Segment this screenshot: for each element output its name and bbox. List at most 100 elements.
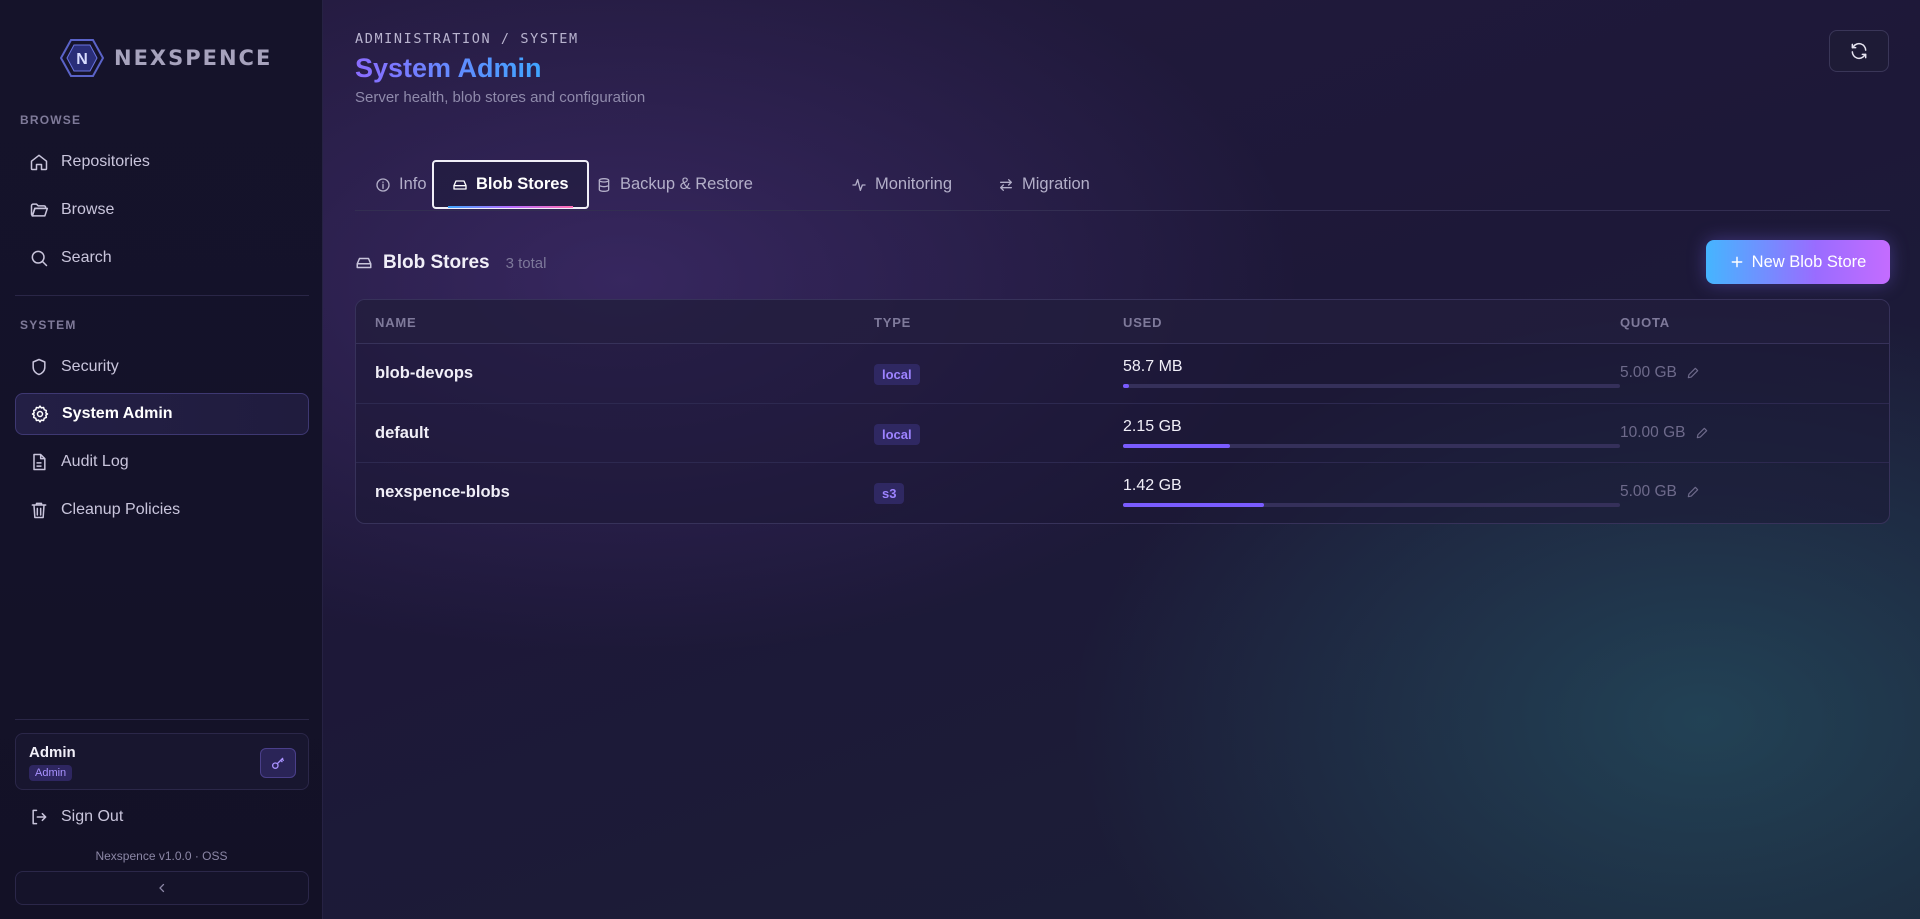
tab-label: Migration [1022,175,1090,193]
tab-backup-restore[interactable]: Backup & Restore [596,160,753,209]
user-card: Admin Admin [15,733,309,790]
browse-section-label: BROWSE [20,113,82,127]
column-header-name[interactable]: NAME [375,315,416,330]
user-name: Admin [29,744,76,761]
drive-icon [453,179,467,190]
sidebar-item-search[interactable]: Search [15,237,309,279]
sidebar-item-label: Search [61,249,112,266]
sidebar-item-label: Security [61,358,119,375]
svg-text:N: N [76,51,88,68]
system-section-label: SYSTEM [20,318,77,332]
section-title: Blob Stores [383,252,490,273]
page-subtitle: Server health, blob stores and configura… [355,89,646,106]
usage-bar [1123,384,1620,388]
tab-label: Blob Stores [476,175,569,193]
blob-store-name[interactable]: nexspence-blobs [375,483,510,502]
sidebar-divider [15,295,309,296]
sidebar-item-label: Cleanup Policies [61,501,181,518]
sidebar-item-security[interactable]: Security [15,346,309,388]
logo-hex-icon: N [59,38,105,78]
sidebar-item-label: Browse [61,201,115,218]
app-name: NEXSPENCE [114,46,273,70]
quota-value: 5.00 GB [1620,364,1677,381]
refresh-button[interactable] [1829,30,1889,72]
blob-store-count: 3 total [505,254,547,272]
sign-out-label: Sign Out [61,808,124,825]
page-title: System Admin [355,53,542,83]
usage-bar-fill [1123,384,1129,388]
usage-bar-fill [1123,503,1265,507]
tab-bar: Info Blob Stores Backup & Restore Monito… [355,160,1890,211]
column-header-quota[interactable]: QUOTA [1620,315,1670,330]
blob-store-name[interactable]: default [375,424,429,443]
quota-cell: 10.00 GB [1620,424,1709,442]
table-header: NAME TYPE USED QUOTA [356,300,1889,344]
tab-monitoring[interactable]: Monitoring [851,160,952,209]
column-header-used[interactable]: USED [1123,315,1162,330]
column-header-type[interactable]: TYPE [874,315,911,330]
search-icon [31,250,48,267]
main-content: ADMINISTRATION / SYSTEM System Admin Ser… [323,0,1920,919]
table-row[interactable]: default local 2.15 GB 10.00 GB [356,403,1889,462]
info-icon [376,177,390,192]
plus-icon [1731,256,1743,268]
used-value: 2.15 GB [1123,418,1182,435]
sidebar-item-system-admin[interactable]: System Admin [15,393,309,435]
table-row[interactable]: nexspence-blobs s3 1.42 GB 5.00 GB [356,462,1889,521]
trash-icon [31,502,47,519]
key-icon [272,757,284,769]
arrows-swap-icon [1000,178,1012,191]
sidebar-item-label: Repositories [61,153,150,170]
usage-bar [1123,503,1620,507]
blob-stores-table: NAME TYPE USED QUOTA blob-devops local 5… [355,299,1890,524]
folder-open-icon [30,203,49,217]
sidebar-item-audit-log[interactable]: Audit Log [15,441,309,483]
document-icon [33,453,46,471]
used-value: 1.42 GB [1123,477,1182,494]
shield-icon [32,358,46,376]
sign-out-icon [32,809,47,825]
tab-label: Info [399,175,427,193]
edit-pencil-icon[interactable] [1686,366,1700,380]
type-badge: local [874,364,920,385]
blob-store-name[interactable]: blob-devops [375,364,473,383]
home-icon [30,154,48,171]
sidebar-item-label: Audit Log [61,453,129,470]
chevron-left-icon [159,883,165,893]
type-badge: local [874,424,920,445]
sidebar: N NEXSPENCE BROWSE Repositories Browse S… [0,0,323,919]
quota-cell: 5.00 GB [1620,364,1700,382]
breadcrumb: ADMINISTRATION / SYSTEM [355,31,579,47]
change-password-button[interactable] [260,748,296,778]
new-blob-store-button[interactable]: New Blob Store [1706,240,1890,284]
tab-label: Monitoring [875,175,953,193]
table-row[interactable]: blob-devops local 58.7 MB 5.00 GB [356,344,1889,403]
edit-pencil-icon[interactable] [1686,485,1700,499]
edit-pencil-icon[interactable] [1695,426,1709,440]
app-version: Nexspence v1.0.0 · OSS [95,849,228,863]
usage-bar-fill [1123,444,1230,448]
used-value: 58.7 MB [1123,358,1183,375]
sidebar-item-label: System Admin [62,405,173,422]
sidebar-item-repositories[interactable]: Repositories [15,141,309,183]
user-role-badge: Admin [29,765,73,781]
tab-info[interactable]: Info [375,160,427,209]
sidebar-item-cleanup-policies[interactable]: Cleanup Policies [15,489,309,531]
app-logo[interactable]: N NEXSPENCE [59,38,273,78]
blob-stores-header: Blob Stores 3 total [355,252,547,274]
tab-blob-stores[interactable]: Blob Stores [432,160,589,209]
tab-migration[interactable]: Migration [998,160,1090,209]
sidebar-item-browse[interactable]: Browse [15,189,309,231]
quota-value: 5.00 GB [1620,483,1677,500]
type-badge: s3 [874,483,905,504]
quota-value: 10.00 GB [1620,424,1686,441]
tab-label: Backup & Restore [620,175,753,193]
quota-cell: 5.00 GB [1620,483,1700,501]
collapse-sidebar-button[interactable] [15,871,309,905]
refresh-icon [1851,42,1867,60]
new-blob-store-label: New Blob Store [1751,252,1867,271]
sign-out-button[interactable]: Sign Out [15,797,309,837]
database-icon [598,177,610,192]
drive-icon [356,257,372,269]
gear-icon [31,405,49,423]
